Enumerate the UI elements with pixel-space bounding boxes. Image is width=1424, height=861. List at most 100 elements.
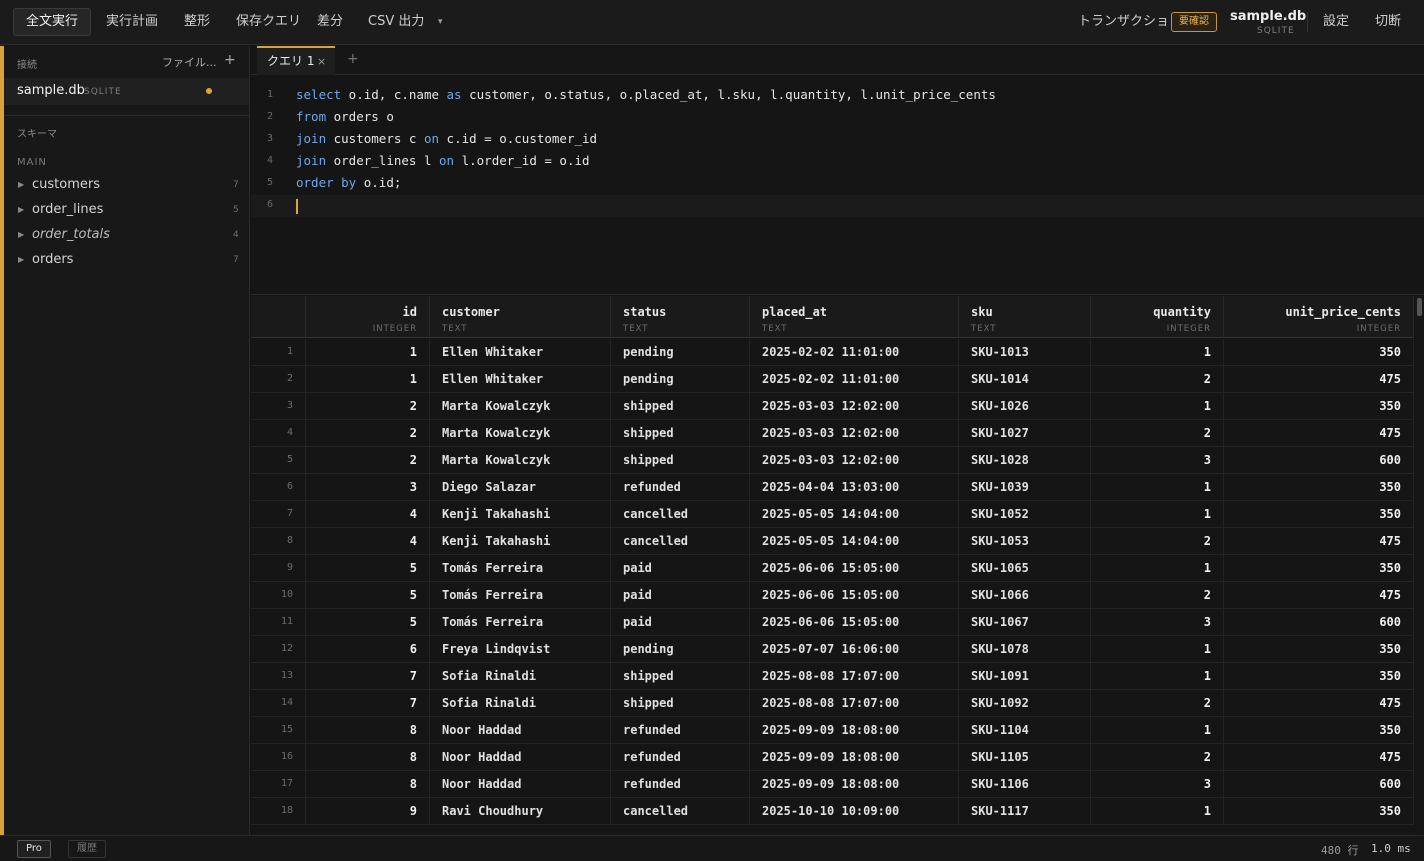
pro-badge[interactable]: Pro	[17, 840, 51, 858]
cell-id[interactable]: 5	[306, 555, 430, 582]
cell-customer[interactable]: Diego Salazar	[430, 474, 611, 501]
cell-unit-price-cents[interactable]: 350	[1224, 393, 1414, 420]
cell-sku[interactable]: SKU-1053	[959, 528, 1091, 555]
connection-item[interactable]: sample.db SQLITE	[4, 78, 249, 105]
cell-id[interactable]: 1	[306, 366, 430, 393]
cell-quantity[interactable]: 3	[1091, 771, 1224, 798]
cell-status[interactable]: cancelled	[611, 501, 750, 528]
cell-status[interactable]: cancelled	[611, 798, 750, 825]
cell-sku[interactable]: SKU-1078	[959, 636, 1091, 663]
cell-unit-price-cents[interactable]: 350	[1224, 555, 1414, 582]
table-row[interactable]: 14 7 Sofia Rinaldi shipped 2025-08-08 17:07:…	[251, 690, 1414, 717]
cell-customer[interactable]: Marta Kowalczyk	[430, 420, 611, 447]
table-row[interactable]: 4 2 Marta Kowalczyk shipped 2025-03-03 12:02…	[251, 420, 1414, 447]
tab-query-1[interactable]: クエリ 1 ×	[257, 46, 335, 75]
cell-id[interactable]: 3	[306, 474, 430, 501]
column-header-quantity[interactable]: quantity INTEGER	[1091, 296, 1224, 338]
transaction-button[interactable]: トランザクション	[1078, 8, 1182, 36]
cell-quantity[interactable]: 2	[1091, 528, 1224, 555]
table-row[interactable]: 10 5 Tomás Ferreira paid 2025-06-06 15:05:00…	[251, 582, 1414, 609]
cell-customer[interactable]: Tomás Ferreira	[430, 555, 611, 582]
cell-id[interactable]: 2	[306, 420, 430, 447]
column-header-customer[interactable]: customer TEXT	[430, 296, 611, 338]
cell-placed-at[interactable]: 2025-04-04 13:03:00	[750, 474, 959, 501]
table-row[interactable]: 12 6 Freya Lindqvist pending 2025-07-07 16:0…	[251, 636, 1414, 663]
cell-unit-price-cents[interactable]: 350	[1224, 501, 1414, 528]
cell-sku[interactable]: SKU-1066	[959, 582, 1091, 609]
cell-id[interactable]: 8	[306, 771, 430, 798]
cell-id[interactable]: 8	[306, 717, 430, 744]
cell-customer[interactable]: Ellen Whitaker	[430, 366, 611, 393]
cell-status[interactable]: refunded	[611, 474, 750, 501]
cell-customer[interactable]: Noor Haddad	[430, 771, 611, 798]
table-row[interactable]: 16 8 Noor Haddad refunded 2025-09-09 18:08:0…	[251, 744, 1414, 771]
cell-quantity[interactable]: 1	[1091, 636, 1224, 663]
cell-id[interactable]: 7	[306, 690, 430, 717]
table-row[interactable]: 18 9 Ravi Choudhury cancelled 2025-10-10 10:…	[251, 798, 1414, 825]
table-row[interactable]: 9 5 Tomás Ferreira paid 2025-06-06 15:05:00 S…	[251, 555, 1414, 582]
cell-quantity[interactable]: 1	[1091, 663, 1224, 690]
code-line[interactable]: 5 order by o.id;	[251, 173, 1424, 195]
cell-id[interactable]: 6	[306, 636, 430, 663]
cell-status[interactable]: paid	[611, 555, 750, 582]
cell-quantity[interactable]: 1	[1091, 717, 1224, 744]
cell-id[interactable]: 9	[306, 798, 430, 825]
cell-quantity[interactable]: 2	[1091, 744, 1224, 771]
table-row[interactable]: 6 3 Diego Salazar refunded 2025-04-04 13:03:…	[251, 474, 1414, 501]
table-row[interactable]: 11 5 Tomás Ferreira paid 2025-06-06 15:05:00…	[251, 609, 1414, 636]
cell-placed-at[interactable]: 2025-05-05 14:04:00	[750, 501, 959, 528]
table-row[interactable]: 13 7 Sofia Rinaldi shipped 2025-08-08 17:07:…	[251, 663, 1414, 690]
cell-status[interactable]: refunded	[611, 744, 750, 771]
table-row[interactable]: 3 2 Marta Kowalczyk shipped 2025-03-03 12:02…	[251, 393, 1414, 420]
cell-customer[interactable]: Kenji Takahashi	[430, 501, 611, 528]
cell-unit-price-cents[interactable]: 475	[1224, 582, 1414, 609]
cell-sku[interactable]: SKU-1014	[959, 366, 1091, 393]
code-line[interactable]: 2 from orders o	[251, 107, 1424, 129]
export-menu-chevron-icon[interactable]: ▾	[438, 8, 443, 36]
cell-placed-at[interactable]: 2025-07-07 16:06:00	[750, 636, 959, 663]
cell-quantity[interactable]: 1	[1091, 339, 1224, 366]
cell-sku[interactable]: SKU-1106	[959, 771, 1091, 798]
column-header-id[interactable]: id INTEGER	[306, 296, 430, 338]
cell-unit-price-cents[interactable]: 350	[1224, 717, 1414, 744]
cell-id[interactable]: 4	[306, 501, 430, 528]
table-row[interactable]: 15 8 Noor Haddad refunded 2025-09-09 18:08:0…	[251, 717, 1414, 744]
cell-status[interactable]: pending	[611, 366, 750, 393]
cell-customer[interactable]: Noor Haddad	[430, 717, 611, 744]
cell-status[interactable]: shipped	[611, 393, 750, 420]
settings-button[interactable]: 設定	[1311, 8, 1361, 36]
cell-placed-at[interactable]: 2025-09-09 18:08:00	[750, 744, 959, 771]
cell-id[interactable]: 2	[306, 393, 430, 420]
sidebar-item-order-totals[interactable]: ▶ order_totals 4	[4, 224, 249, 248]
cell-quantity[interactable]: 2	[1091, 420, 1224, 447]
cell-id[interactable]: 8	[306, 744, 430, 771]
cell-quantity[interactable]: 1	[1091, 555, 1224, 582]
table-row[interactable]: 5 2 Marta Kowalczyk shipped 2025-03-03 12:02…	[251, 447, 1414, 474]
cell-unit-price-cents[interactable]: 350	[1224, 339, 1414, 366]
cell-unit-price-cents[interactable]: 350	[1224, 663, 1414, 690]
cell-unit-price-cents[interactable]: 475	[1224, 528, 1414, 555]
diff-button[interactable]: 差分	[305, 8, 355, 36]
cell-customer[interactable]: Kenji Takahashi	[430, 528, 611, 555]
sidebar-item-orders[interactable]: ▶ orders 7	[4, 249, 249, 273]
cell-quantity[interactable]: 1	[1091, 798, 1224, 825]
cell-id[interactable]: 2	[306, 447, 430, 474]
cell-quantity[interactable]: 1	[1091, 474, 1224, 501]
cell-status[interactable]: pending	[611, 636, 750, 663]
cell-placed-at[interactable]: 2025-10-10 10:09:00	[750, 798, 959, 825]
open-file-button[interactable]: ファイル...	[162, 54, 217, 70]
cell-id[interactable]: 7	[306, 663, 430, 690]
column-header-unit-price-cents[interactable]: unit_price_cents INTEGER	[1224, 296, 1414, 338]
expand-caret-icon[interactable]: ▶	[18, 255, 24, 264]
cell-id[interactable]: 5	[306, 582, 430, 609]
csv-export-button[interactable]: CSV 出力	[356, 8, 436, 36]
cell-quantity[interactable]: 3	[1091, 609, 1224, 636]
cell-status[interactable]: shipped	[611, 447, 750, 474]
cell-placed-at[interactable]: 2025-06-06 15:05:00	[750, 582, 959, 609]
table-row[interactable]: 1 1 Ellen Whitaker pending 2025-02-02 11:01:…	[251, 339, 1414, 366]
expand-caret-icon[interactable]: ▶	[18, 230, 24, 239]
cell-unit-price-cents[interactable]: 350	[1224, 636, 1414, 663]
table-row[interactable]: 2 1 Ellen Whitaker pending 2025-02-02 11:01:…	[251, 366, 1414, 393]
cell-placed-at[interactable]: 2025-09-09 18:08:00	[750, 771, 959, 798]
expand-caret-icon[interactable]: ▶	[18, 205, 24, 214]
